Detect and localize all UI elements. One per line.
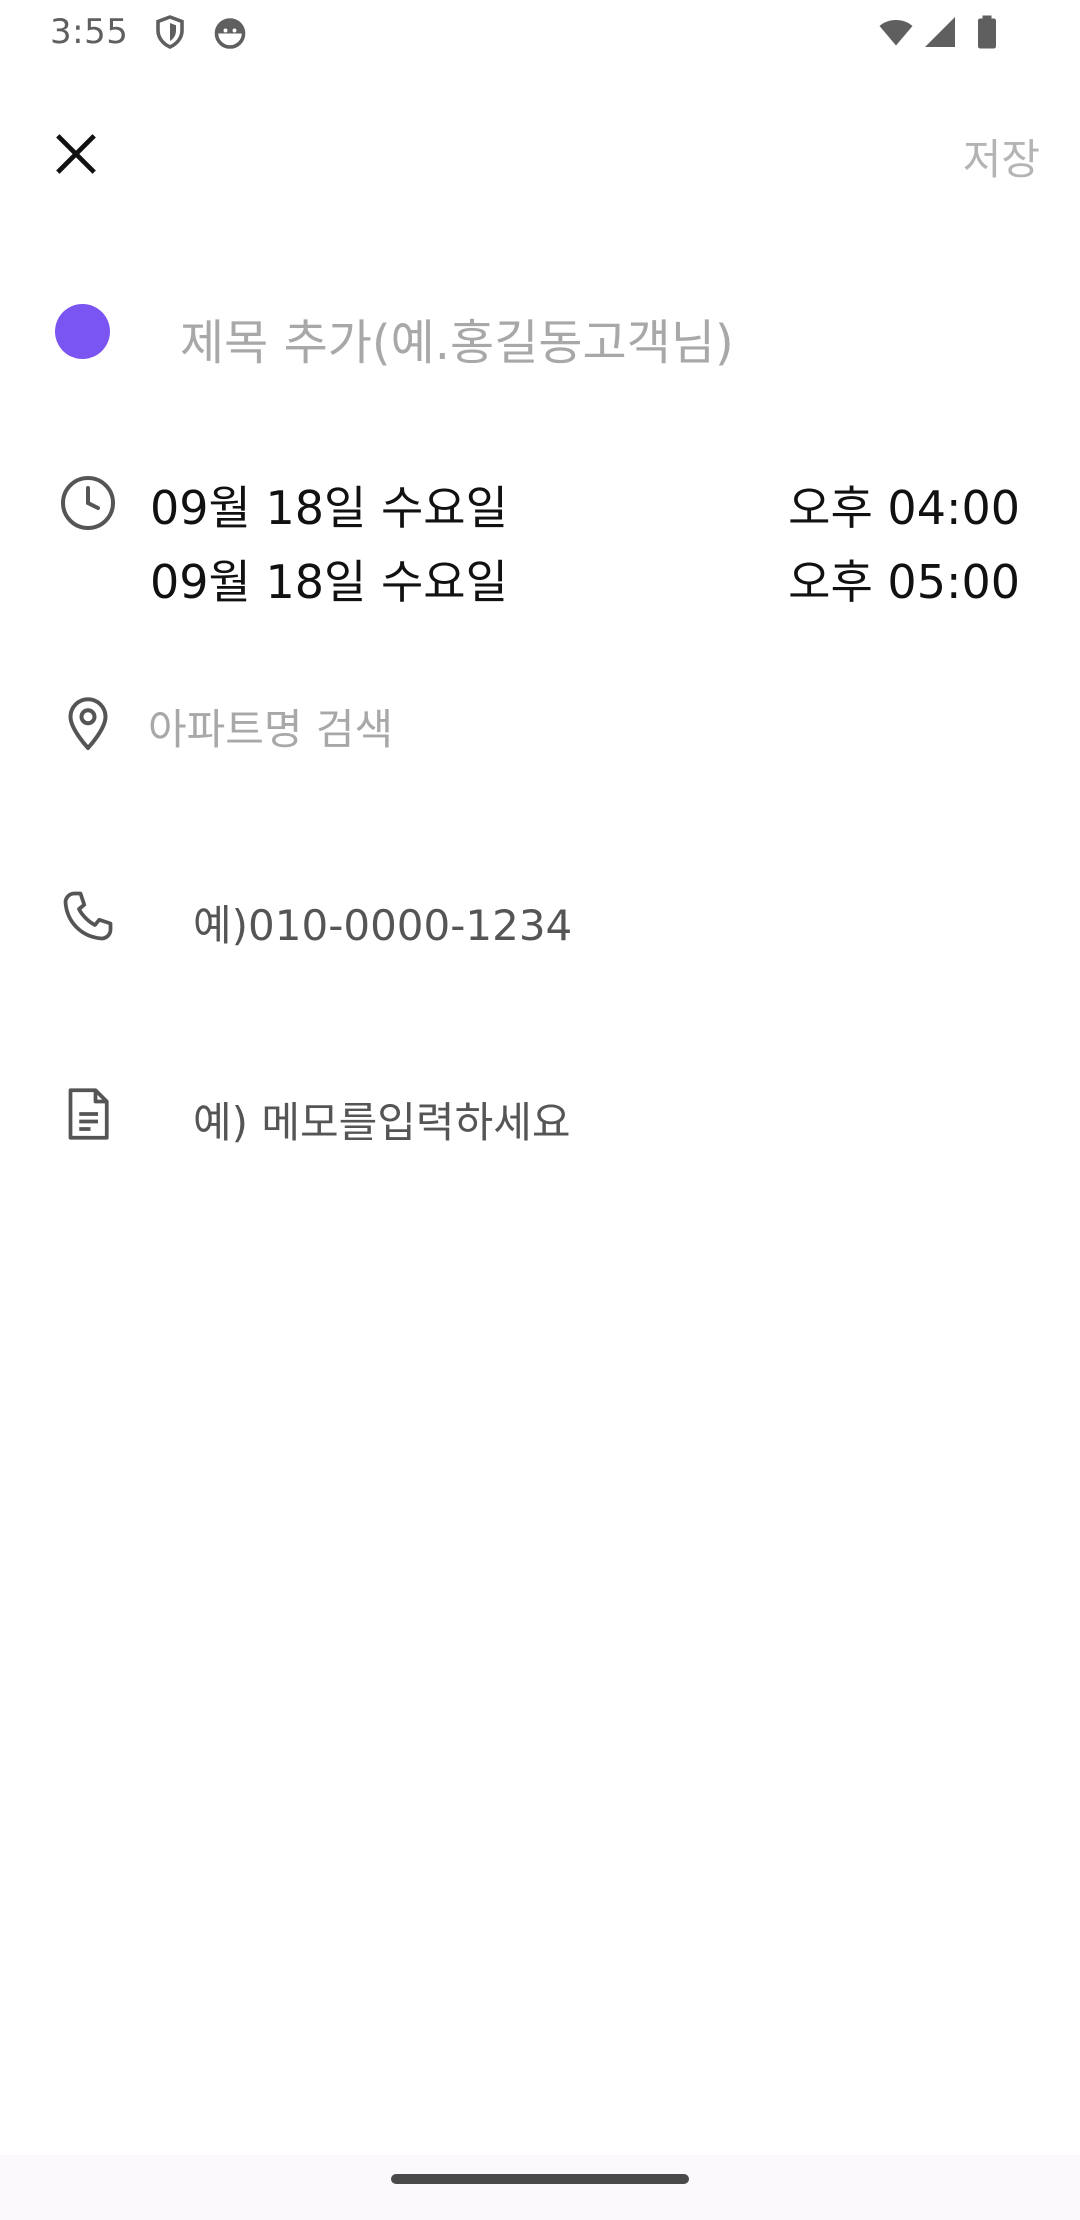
end-date[interactable]: 09월 18일 수요일	[150, 546, 508, 612]
wifi-icon	[876, 14, 916, 50]
start-time[interactable]: 오후 04:00	[788, 472, 1020, 538]
phone-input[interactable]: 예)010-0000-1234	[193, 892, 572, 953]
navigation-bar	[0, 2155, 1080, 2220]
signal-icon	[922, 14, 958, 50]
android-head-icon	[212, 14, 248, 50]
save-button[interactable]: 저장	[963, 126, 1040, 187]
location-pin-icon	[58, 693, 118, 753]
document-icon	[58, 1084, 118, 1144]
clock-icon	[58, 473, 118, 533]
location-search-input[interactable]: 아파트명 검색	[148, 696, 393, 757]
event-color-picker[interactable]	[55, 304, 110, 359]
shield-icon	[152, 14, 188, 50]
start-date[interactable]: 09월 18일 수요일	[150, 472, 508, 538]
status-time: 3:55	[50, 12, 129, 52]
end-time[interactable]: 오후 05:00	[788, 546, 1020, 612]
close-icon	[54, 132, 98, 176]
status-bar: 3:55	[0, 0, 1080, 66]
battery-icon	[972, 14, 1002, 50]
home-handle[interactable]	[391, 2174, 689, 2184]
title-input[interactable]: 제목 추가(예.홍길동고객님)	[180, 303, 734, 373]
phone-icon	[58, 886, 118, 946]
close-button[interactable]	[40, 118, 112, 190]
memo-input[interactable]: 예) 메모를입력하세요	[193, 1089, 571, 1150]
